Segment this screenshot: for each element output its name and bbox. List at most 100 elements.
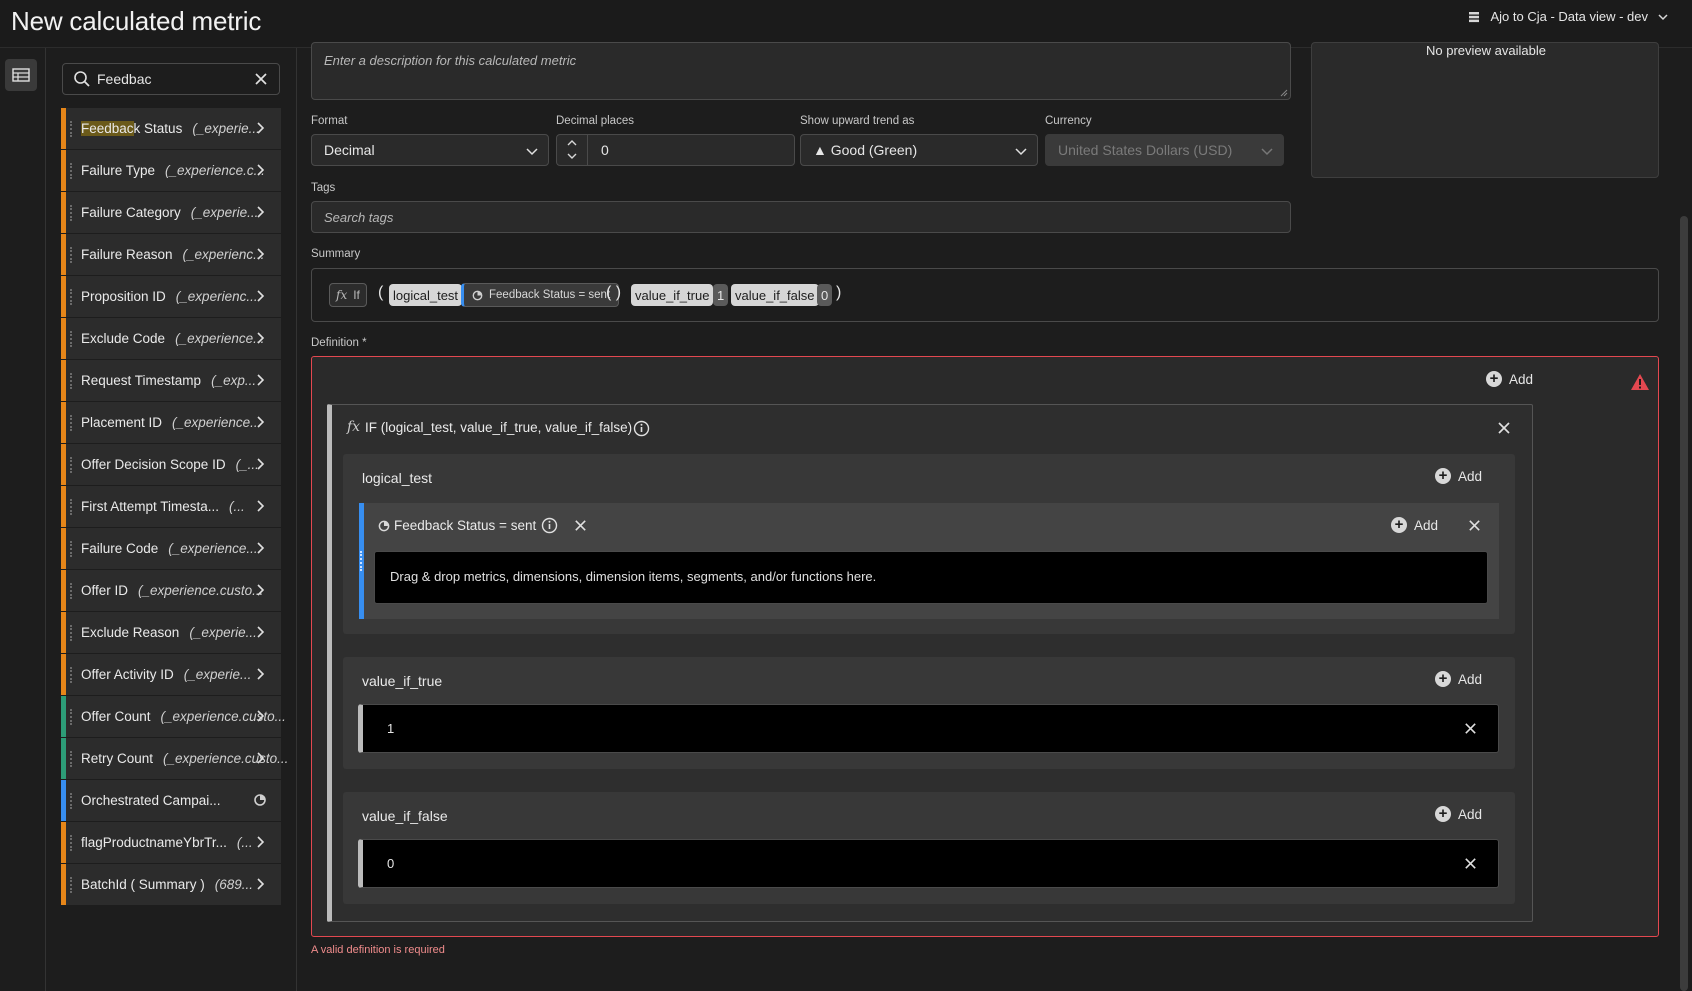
chevron-right-icon[interactable] [253,667,267,681]
drag-handle-icon[interactable] [70,751,73,767]
drag-handle-icon[interactable] [70,709,73,725]
definition-add-button[interactable]: + Add [1486,371,1533,387]
chevron-right-icon[interactable] [253,331,267,345]
component-item[interactable]: Proposition ID (_experienc... [61,276,281,318]
chevron-right-icon[interactable] [253,541,267,555]
clear-search-icon[interactable] [253,71,269,87]
chevron-right-icon[interactable] [253,121,267,135]
fx-icon: fx [347,419,361,435]
chevron-right-icon[interactable] [253,583,267,597]
drag-handle-icon[interactable] [70,373,73,389]
drag-handle-icon[interactable] [70,247,73,263]
drag-handle-icon[interactable] [70,667,73,683]
component-item[interactable]: Offer Activity ID (_experie... [61,654,281,696]
component-item[interactable]: Request Timestamp (_exp... [61,360,281,402]
component-id: (_experie... [183,667,252,682]
chevron-right-icon[interactable] [253,415,267,429]
close-icon[interactable] [1496,420,1512,436]
tags-input[interactable]: Search tags [311,201,1291,233]
drag-handle-icon[interactable] [70,583,73,599]
drag-handle-icon[interactable] [70,289,73,305]
chevron-right-icon[interactable] [253,751,267,765]
component-item[interactable]: Failure Reason (_experienc... [61,234,281,276]
chevron-right-icon[interactable] [253,625,267,639]
drag-handle-icon[interactable] [70,415,73,431]
component-item[interactable]: Placement ID (_experience... [61,402,281,444]
summary-false-value: 0 [817,284,833,306]
drag-handle-icon[interactable] [70,541,73,557]
decimal-places-stepper[interactable]: 0 [556,134,795,166]
component-item[interactable]: Feedback Status (_experie... [61,108,281,150]
component-item[interactable]: First Attempt Timesta... (... [61,486,281,528]
component-item[interactable]: Failure Category (_experie... [61,192,281,234]
value-if-true-field[interactable]: 1 [358,704,1499,753]
scrollbar-thumb[interactable] [1680,216,1688,991]
add-icon: + [1435,468,1451,484]
components-panel-button[interactable] [5,59,37,91]
value-if-true-add-button[interactable]: + Add [1435,671,1482,687]
chevron-right-icon[interactable] [253,163,267,177]
chevron-right-icon[interactable] [253,289,267,303]
data-view-selector[interactable]: Ajo to Cja - Data view - dev [1468,9,1668,24]
drag-handle-icon[interactable] [70,499,73,515]
drag-handle-icon[interactable] [70,877,73,893]
table-icon [12,68,30,82]
component-item[interactable]: Offer ID (_experience.custo... [61,570,281,612]
format-dropdown[interactable]: Decimal [311,134,549,166]
info-icon[interactable] [541,517,558,534]
component-type-bar [61,108,66,149]
component-item[interactable]: Offer Count (_experience.custo... [61,696,286,738]
drag-handle-icon[interactable] [70,205,73,221]
stepper-buttons[interactable] [557,135,588,165]
component-item[interactable]: Orchestrated Campai... [61,780,281,822]
chevron-up-icon[interactable] [567,139,577,147]
component-item[interactable]: Exclude Code (_experience... [61,318,281,360]
description-field[interactable]: Enter a description for this calculated … [311,42,1291,100]
component-item[interactable]: flagProductnameYbrTr... (... [61,822,281,864]
trend-dropdown[interactable]: ▲ Good (Green) [800,134,1038,166]
page-scrollbar[interactable] [1676,48,1692,991]
chevron-right-icon[interactable] [253,247,267,261]
drag-handle-icon[interactable] [70,835,73,851]
drag-handle-icon[interactable] [70,625,73,641]
segment-container[interactable]: Feedback Status = sent + Add Drag & drop… [359,503,1499,619]
segment-add-button[interactable]: + Add [1391,517,1438,533]
close-icon[interactable] [1467,518,1482,533]
component-item[interactable]: Failure Code (_experience.... [61,528,281,570]
search-input[interactable] [97,71,247,87]
resize-handle-icon[interactable] [1280,89,1288,97]
segment-icon [254,794,266,806]
drag-handle-icon[interactable] [70,331,73,347]
remove-segment-icon[interactable] [573,518,588,533]
component-item[interactable]: Exclude Reason (_experie... [61,612,281,654]
close-icon[interactable] [1463,721,1478,736]
value-if-false-add-button[interactable]: + Add [1435,806,1482,822]
chevron-right-icon[interactable] [253,709,267,723]
component-label: First Attempt Timesta... [81,499,220,514]
if-function-container[interactable]: fx IF (logical_test, value_if_true, valu… [327,404,1533,922]
drag-handle-icon[interactable] [360,551,363,571]
component-item[interactable]: BatchId ( Summary ) (689... [61,864,281,906]
close-icon[interactable] [1463,856,1478,871]
chevron-down-icon[interactable] [567,152,577,160]
chevron-right-icon[interactable] [253,457,267,471]
chevron-right-icon[interactable] [253,373,267,387]
drag-handle-icon[interactable] [70,793,73,809]
drag-handle-icon[interactable] [70,121,73,137]
chevron-right-icon[interactable] [253,205,267,219]
logical-test-add-button[interactable]: + Add [1435,468,1482,484]
drag-handle-icon[interactable] [70,163,73,179]
component-name: BatchId ( Summary ) (689... [81,877,253,892]
component-item[interactable]: Failure Type (_experience.c... [61,150,281,192]
chevron-right-icon[interactable] [253,499,267,513]
component-item[interactable]: Retry Count (_experience.custo... [61,738,288,780]
info-icon[interactable] [633,420,650,437]
drop-zone[interactable]: Drag & drop metrics, dimensions, dimensi… [374,551,1488,604]
chevron-right-icon[interactable] [253,835,267,849]
fx-icon: fx [336,288,348,302]
component-name: Exclude Code (_experience... [81,331,264,346]
component-item[interactable]: Offer Decision Scope ID (_... [61,444,281,486]
value-if-false-field[interactable]: 0 [358,839,1499,888]
chevron-right-icon[interactable] [253,877,267,891]
drag-handle-icon[interactable] [70,457,73,473]
